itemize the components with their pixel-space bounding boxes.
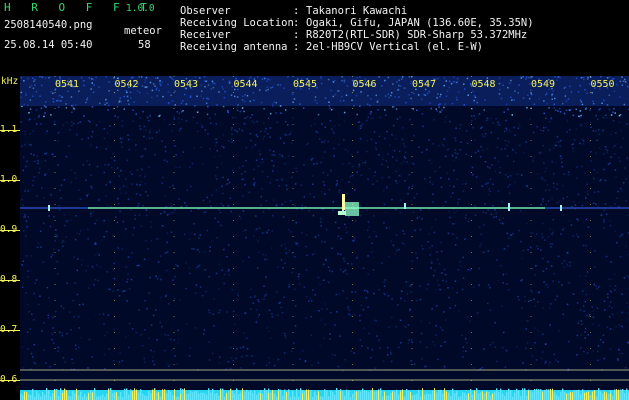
time-label: 0546 [352, 79, 377, 90]
info-key-location: Receiving Location [180, 17, 294, 29]
meteor-label: meteor [124, 25, 162, 37]
signal-level-bar [20, 369, 629, 400]
meteor-echo [338, 194, 359, 216]
info-key-antenna: Receiving antenna [180, 41, 288, 53]
time-label: 0547 [412, 79, 437, 90]
meteor-count: 58 [138, 39, 151, 51]
info-key-receiver: Receiver [180, 29, 231, 41]
y-tick [0, 130, 20, 131]
time-label: 0545 [293, 79, 318, 90]
info-sep: : [293, 17, 300, 29]
noise-layer [20, 76, 629, 372]
info-value-location: Ogaki, Gifu, JAPAN (136.60E, 35.35N) [306, 17, 534, 29]
y-tick [0, 230, 20, 231]
file-name: 2508140540.png [4, 19, 93, 31]
y-tick [0, 280, 20, 281]
app-version: 1.0.0 [126, 3, 155, 14]
time-label: 0549 [531, 79, 556, 90]
time-label: 0543 [174, 79, 199, 90]
info-value-receiver: R820T2(RTL-SDR) SDR-Sharp 53.372MHz [306, 29, 528, 41]
time-label: 0542 [114, 79, 139, 90]
spectrogram [20, 76, 629, 400]
y-tick [0, 330, 20, 331]
carrier-trace [20, 203, 629, 213]
info-value-antenna: 2el-HB9CV Vertical (el. E-W) [306, 41, 484, 53]
header-panel: H R O F F T 1.0.0 2508140540.png 25.08.1… [0, 0, 629, 75]
time-label: 0544 [233, 79, 258, 90]
info-key-observer: Observer [180, 5, 231, 17]
info-sep: : [293, 41, 300, 53]
time-label: 0541 [55, 79, 80, 90]
time-label: 0550 [590, 79, 615, 90]
y-tick [0, 380, 20, 381]
y-axis-unit: kHz [1, 76, 19, 87]
time-ticks [54, 76, 591, 400]
file-datetime: 25.08.14 05:40 [4, 39, 93, 51]
spectrogram-canvas [20, 76, 629, 400]
info-sep: : [293, 29, 300, 41]
y-tick [0, 180, 20, 181]
info-value-observer: Takanori Kawachi [306, 5, 408, 17]
time-label: 0548 [471, 79, 496, 90]
info-sep: : [293, 5, 300, 17]
